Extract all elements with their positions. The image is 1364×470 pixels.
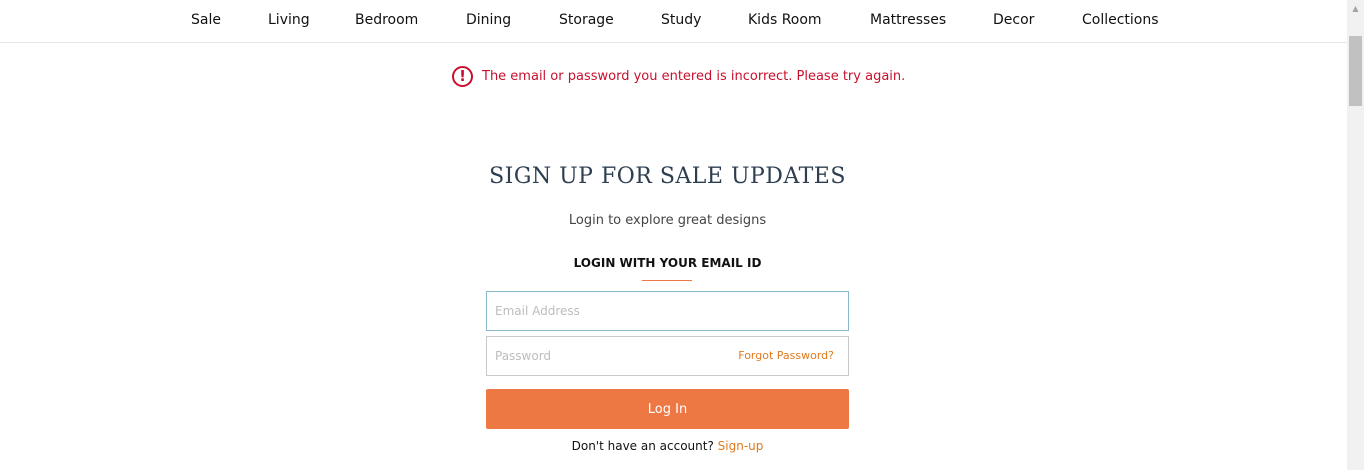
nav-item-mattresses[interactable]: Mattresses bbox=[870, 12, 946, 28]
vertical-scrollbar[interactable]: ▲ bbox=[1347, 0, 1364, 470]
forgot-password-link[interactable]: Forgot Password? bbox=[738, 349, 834, 362]
nav-item-collections[interactable]: Collections bbox=[1082, 12, 1159, 28]
nav-item-storage[interactable]: Storage bbox=[559, 12, 614, 28]
exclamation-circle-icon: ! bbox=[452, 65, 473, 87]
heading-underline bbox=[642, 280, 692, 281]
password-field-container: Forgot Password? bbox=[486, 336, 849, 376]
login-button[interactable]: Log In bbox=[486, 389, 849, 429]
error-text: The email or password you entered is inc… bbox=[482, 68, 906, 84]
page-subtitle: Login to explore great designs bbox=[568, 213, 767, 228]
page: Sale Living Bedroom Dining Storage Study… bbox=[0, 0, 1364, 470]
error-message: ! The email or password you entered is i… bbox=[452, 63, 905, 89]
signup-link[interactable]: Sign-up bbox=[718, 439, 764, 453]
nav-item-bedroom[interactable]: Bedroom bbox=[355, 12, 418, 28]
email-input[interactable] bbox=[487, 292, 848, 330]
nav-item-living[interactable]: Living bbox=[268, 12, 310, 28]
nav-item-sale[interactable]: Sale bbox=[191, 12, 221, 28]
scroll-up-arrow-icon[interactable]: ▲ bbox=[1347, 4, 1364, 13]
no-account-text: Don't have an account? bbox=[571, 439, 714, 453]
nav-item-kids-room[interactable]: Kids Room bbox=[748, 12, 822, 28]
nav-item-study[interactable]: Study bbox=[661, 12, 701, 28]
login-heading: LOGIN WITH YOUR EMAIL ID bbox=[573, 256, 762, 270]
nav-item-decor[interactable]: Decor bbox=[993, 12, 1034, 28]
scrollbar-thumb[interactable] bbox=[1349, 36, 1362, 106]
email-field-container bbox=[486, 291, 849, 331]
nav-item-dining[interactable]: Dining bbox=[466, 12, 511, 28]
signup-prompt: Don't have an account? Sign-up bbox=[0, 439, 1335, 453]
top-navigation: Sale Living Bedroom Dining Storage Study… bbox=[0, 0, 1347, 43]
page-title: SIGN UP FOR SALE UPDATES bbox=[489, 164, 846, 189]
